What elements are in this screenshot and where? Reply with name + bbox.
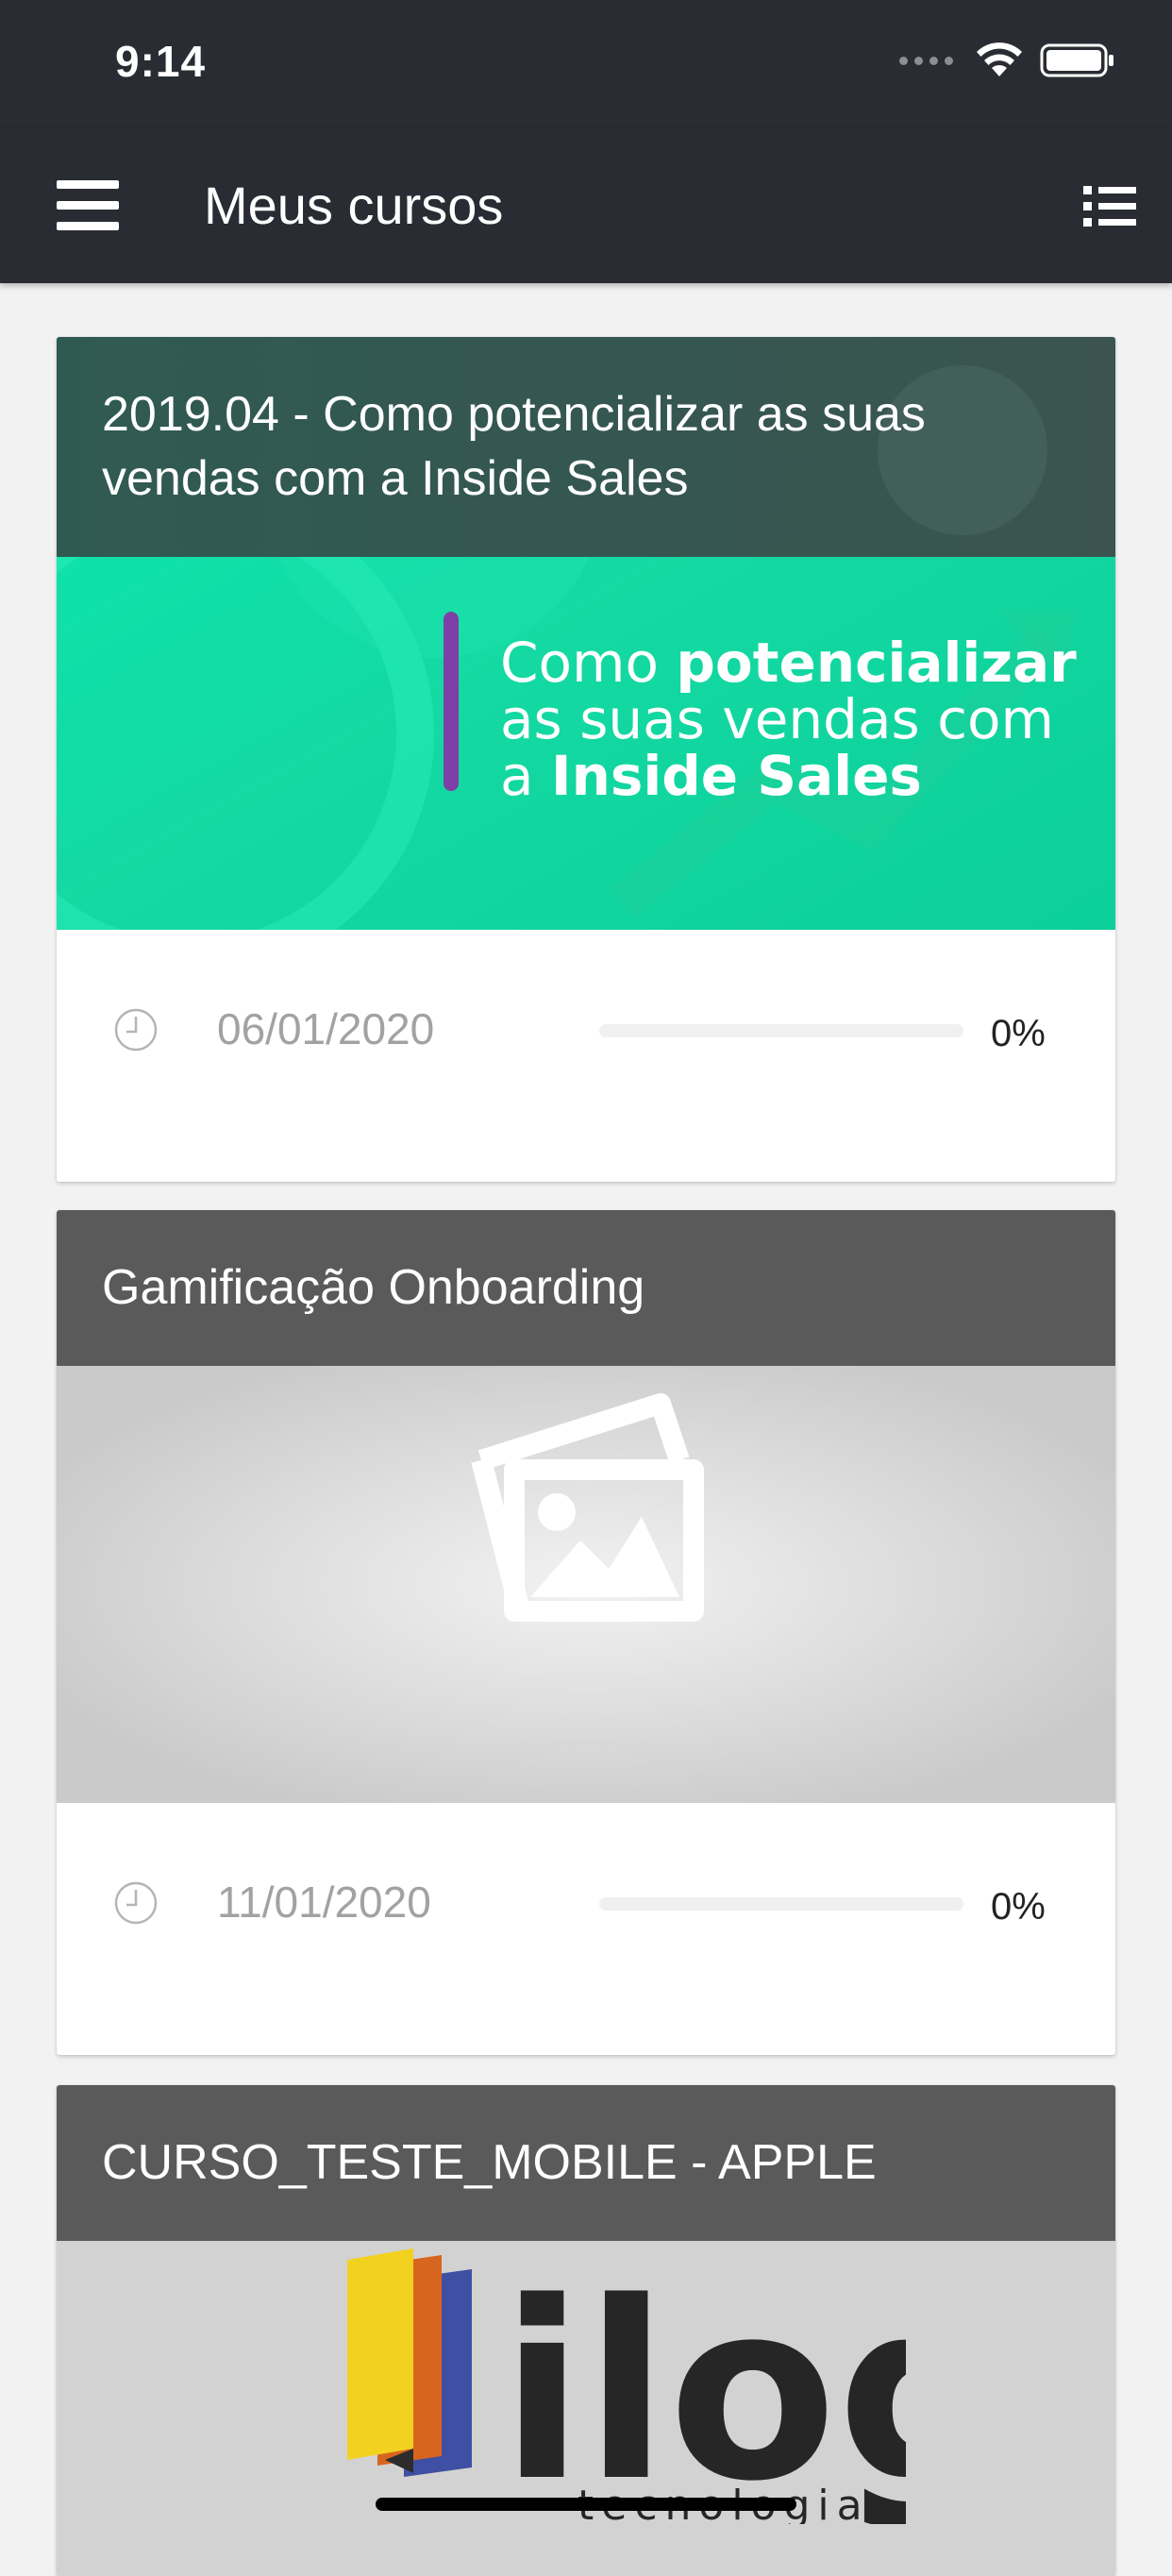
clock-icon xyxy=(114,1008,158,1052)
home-indicator[interactable] xyxy=(376,2498,796,2511)
battery-icon xyxy=(1040,43,1113,77)
progress-percent: 0% xyxy=(991,1013,1046,1054)
status-bar: 9:14 xyxy=(0,0,1172,127)
course-title: 2019.04 - Como potencializar as suas ven… xyxy=(102,387,926,506)
course-card[interactable]: Gamificação Onboarding 11/01/2020 0% xyxy=(57,1210,1115,2055)
progress-bar xyxy=(599,1024,963,1037)
course-footer: 06/01/2020 0% xyxy=(57,930,1115,1182)
ilog-logo: ilog tecnologia xyxy=(347,2248,906,2524)
course-title: Gamificação Onboarding xyxy=(57,1210,1115,1366)
status-time: 9:14 xyxy=(115,37,207,86)
banner-text: Como potencializar as suas vendas com a … xyxy=(500,631,1077,808)
progress-bar xyxy=(599,1897,963,1911)
status-icons xyxy=(899,42,1115,79)
signal-icon xyxy=(899,56,953,65)
course-card[interactable]: Como potencializar as suas vendas com a … xyxy=(57,337,1115,1182)
app-bar: Meus cursos xyxy=(0,127,1172,283)
hamburger-menu-icon[interactable] xyxy=(57,177,123,235)
course-footer: 11/01/2020 0% xyxy=(57,1803,1115,2055)
course-title: CURSO_TESTE_MOBILE - APPLE xyxy=(57,2085,1115,2241)
list-view-icon[interactable] xyxy=(1083,182,1136,231)
wifi-icon xyxy=(977,42,1022,76)
course-date: 06/01/2020 xyxy=(217,1004,435,1053)
course-placeholder-image xyxy=(57,1366,1115,1803)
placeholder-image-icon xyxy=(471,1393,704,1622)
clock-icon xyxy=(114,1881,158,1925)
course-logo-image: ilog tecnologia xyxy=(57,2241,1115,2576)
progress-percent: 0% xyxy=(991,1886,1046,1928)
course-date: 11/01/2020 xyxy=(217,1877,431,1927)
page-title: Meus cursos xyxy=(204,176,504,235)
